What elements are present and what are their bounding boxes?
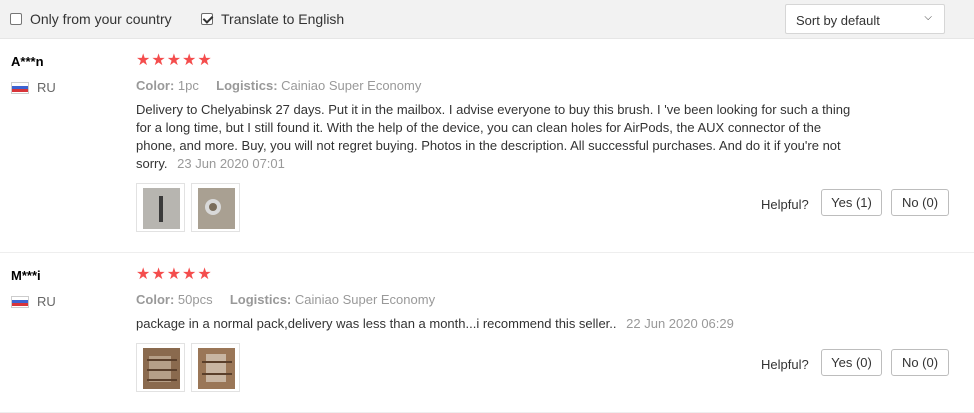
color-value: 1pc xyxy=(177,78,199,93)
country-code: RU xyxy=(37,294,56,309)
review-item: A***n RU ★ ★ ★ ★ ★ Color: 1pc Logistics:… xyxy=(0,39,974,253)
helpful-yes-button[interactable]: Yes (1) xyxy=(821,189,882,216)
review-photo[interactable] xyxy=(136,183,185,232)
reviewer-country: RU xyxy=(11,80,56,95)
review-photo[interactable] xyxy=(191,343,240,392)
helpful-label: Helpful? xyxy=(761,197,809,212)
only-country-label: Only from your country xyxy=(30,11,172,27)
sort-value: Sort by default xyxy=(796,13,880,28)
star-icon: ★ xyxy=(136,266,151,283)
country-code: RU xyxy=(37,80,56,95)
helpful-no-button[interactable]: No (0) xyxy=(891,189,949,216)
logistics-value: Cainiao Super Economy xyxy=(294,292,436,307)
review-meta: Color: 50pcs Logistics: Cainiao Super Ec… xyxy=(136,292,435,307)
color-value: 50pcs xyxy=(177,292,213,307)
sort-select[interactable]: Sort by default ⌵ xyxy=(785,4,945,34)
helpful-label: Helpful? xyxy=(761,357,809,372)
reviewer-country: RU xyxy=(11,294,56,309)
review-meta: Color: 1pc Logistics: Cainiao Super Econ… xyxy=(136,78,421,93)
review-photo[interactable] xyxy=(191,183,240,232)
checkbox-checked-icon[interactable] xyxy=(201,13,213,25)
review-photos xyxy=(136,343,246,392)
russia-flag-icon xyxy=(11,81,29,94)
star-icon: ★ xyxy=(166,52,182,69)
star-icon: ★ xyxy=(151,52,166,69)
star-icon: ★ xyxy=(182,266,197,283)
filter-bar: Only from your country Translate to Engl… xyxy=(0,0,974,39)
star-icon: ★ xyxy=(197,266,212,283)
star-icon: ★ xyxy=(151,266,166,283)
only-country-filter[interactable]: Only from your country xyxy=(10,11,172,27)
star-icon: ★ xyxy=(136,52,151,69)
star-rating: ★ ★ ★ ★ ★ xyxy=(136,267,213,283)
star-icon: ★ xyxy=(197,52,212,69)
checkbox-icon[interactable] xyxy=(10,13,22,25)
logistics-label: Logistics: xyxy=(216,78,278,93)
russia-flag-icon xyxy=(11,295,29,308)
reviewer-name: M***i xyxy=(11,268,41,283)
review-photos xyxy=(136,183,246,232)
translate-filter[interactable]: Translate to English xyxy=(201,11,344,27)
star-icon: ★ xyxy=(166,266,182,283)
review-photo[interactable] xyxy=(136,343,185,392)
review-date: 22 Jun 2020 06:29 xyxy=(626,316,734,331)
review-body: package in a normal pack,delivery was le… xyxy=(136,316,617,331)
color-label: Color: xyxy=(136,292,175,307)
review-text: Delivery to Chelyabinsk 27 days. Put it … xyxy=(136,101,856,173)
chevron-down-icon: ⌵ xyxy=(924,12,932,23)
helpful-no-button[interactable]: No (0) xyxy=(891,349,949,376)
helpful-yes-button[interactable]: Yes (0) xyxy=(821,349,882,376)
review-text: package in a normal pack,delivery was le… xyxy=(136,315,856,333)
star-rating: ★ ★ ★ ★ ★ xyxy=(136,53,213,69)
translate-label: Translate to English xyxy=(221,11,345,27)
color-label: Color: xyxy=(136,78,175,93)
review-item: M***i RU ★ ★ ★ ★ ★ Color: 50pcs Logistic… xyxy=(0,253,974,413)
reviewer-name: A***n xyxy=(11,54,44,69)
logistics-label: Logistics: xyxy=(229,292,292,307)
logistics-value: Cainiao Super Economy xyxy=(281,78,422,93)
star-icon: ★ xyxy=(182,52,197,69)
review-date: 23 Jun 2020 07:01 xyxy=(177,156,285,171)
